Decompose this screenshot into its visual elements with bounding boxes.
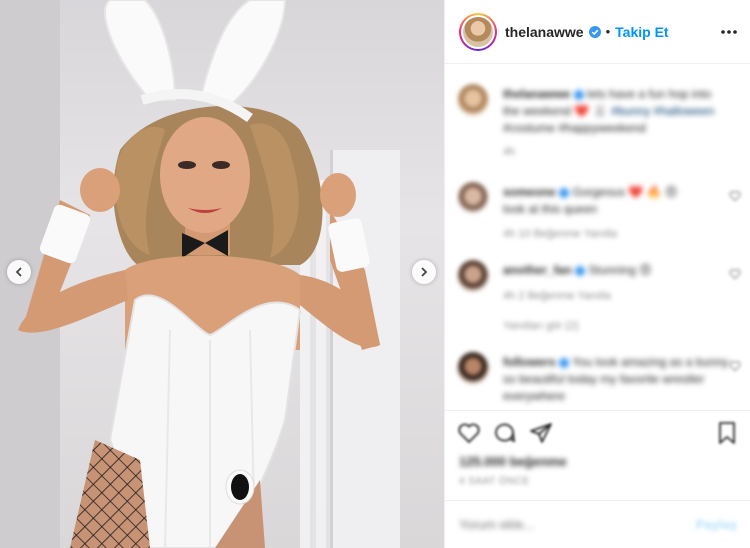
follow-button[interactable]: Takip Et bbox=[615, 24, 668, 40]
header-separator: • bbox=[605, 24, 611, 39]
avatar[interactable] bbox=[457, 260, 489, 292]
add-comment-row: Paylaş bbox=[445, 500, 750, 548]
comment-input[interactable] bbox=[459, 517, 696, 532]
comment-username[interactable]: followers bbox=[503, 355, 556, 369]
caption-time: 4h bbox=[503, 146, 516, 158]
comment-meta[interactable]: 4h 10 Beğenme Yanıtla bbox=[503, 228, 617, 240]
chevron-left-icon[interactable] bbox=[7, 260, 31, 284]
comment-username[interactable]: someone bbox=[503, 185, 556, 199]
post-time: 4 SAAT ÖNCE bbox=[459, 476, 530, 487]
caption-text: thelanawwe lets have a fun hop into the … bbox=[503, 86, 729, 137]
post-actions bbox=[445, 410, 750, 454]
comment-body: Gorgeous ❤️ 🔥 😍 bbox=[572, 185, 678, 199]
header-username[interactable]: thelanawwe bbox=[505, 24, 584, 40]
post-side-panel: thelanawwe • Takip Et thelanawwe lets ha… bbox=[444, 0, 750, 548]
comment-body: Stunning 😍 bbox=[588, 263, 652, 277]
comment-text: someone Gorgeous ❤️ 🔥 😍 look at this que… bbox=[503, 184, 729, 218]
verified-badge-icon bbox=[588, 25, 601, 38]
avatar[interactable] bbox=[457, 84, 489, 116]
post-header: thelanawwe • Takip Et bbox=[445, 0, 750, 64]
avatar[interactable] bbox=[459, 12, 497, 51]
verified-badge-icon bbox=[559, 187, 570, 198]
heart-icon[interactable] bbox=[457, 421, 481, 445]
comment-text: another_fan Stunning 😍 bbox=[503, 262, 729, 279]
post-media[interactable] bbox=[0, 0, 444, 548]
caption-hashtags[interactable]: #bunny #halloween bbox=[611, 104, 714, 118]
comments-list[interactable]: thelanawwe lets have a fun hop into the … bbox=[445, 64, 750, 409]
share-icon[interactable] bbox=[529, 421, 553, 445]
comment-body-line2: look at this queen bbox=[503, 202, 598, 216]
caption-username[interactable]: thelanawwe bbox=[503, 87, 570, 101]
avatar-image bbox=[463, 16, 493, 47]
bookmark-icon[interactable] bbox=[715, 421, 739, 445]
verified-badge-icon bbox=[573, 89, 584, 100]
post-comment-button[interactable]: Paylaş bbox=[696, 517, 737, 532]
post-photo bbox=[18, 0, 380, 548]
heart-icon[interactable] bbox=[729, 268, 741, 280]
comment-icon[interactable] bbox=[493, 421, 517, 445]
more-horizontal-icon[interactable] bbox=[719, 22, 739, 42]
verified-badge-icon bbox=[575, 265, 586, 276]
view-replies-link[interactable]: Yanıtları gör (2) bbox=[503, 320, 579, 332]
avatar[interactable] bbox=[457, 352, 489, 384]
heart-icon[interactable] bbox=[729, 360, 741, 372]
comment-body: You look amazing as a bunny bbox=[572, 355, 729, 369]
verified-badge-icon bbox=[559, 357, 570, 368]
chevron-right-icon[interactable] bbox=[412, 260, 436, 284]
comment-username[interactable]: another_fan bbox=[503, 263, 572, 277]
comment-text: followers You look amazing as a bunny so… bbox=[503, 354, 729, 405]
heart-icon[interactable] bbox=[729, 190, 741, 202]
caption-extra: #costume #happyweekend bbox=[503, 121, 646, 135]
likes-count[interactable]: 125.000 beğenme bbox=[459, 454, 567, 469]
comment-body-line3: everywhere bbox=[503, 389, 566, 403]
comment-meta[interactable]: 4h 2 Beğenme Yanıtla bbox=[503, 290, 611, 302]
avatar[interactable] bbox=[457, 182, 489, 214]
comment-body-line2: so beautiful today my favorite wrestler bbox=[503, 372, 705, 386]
